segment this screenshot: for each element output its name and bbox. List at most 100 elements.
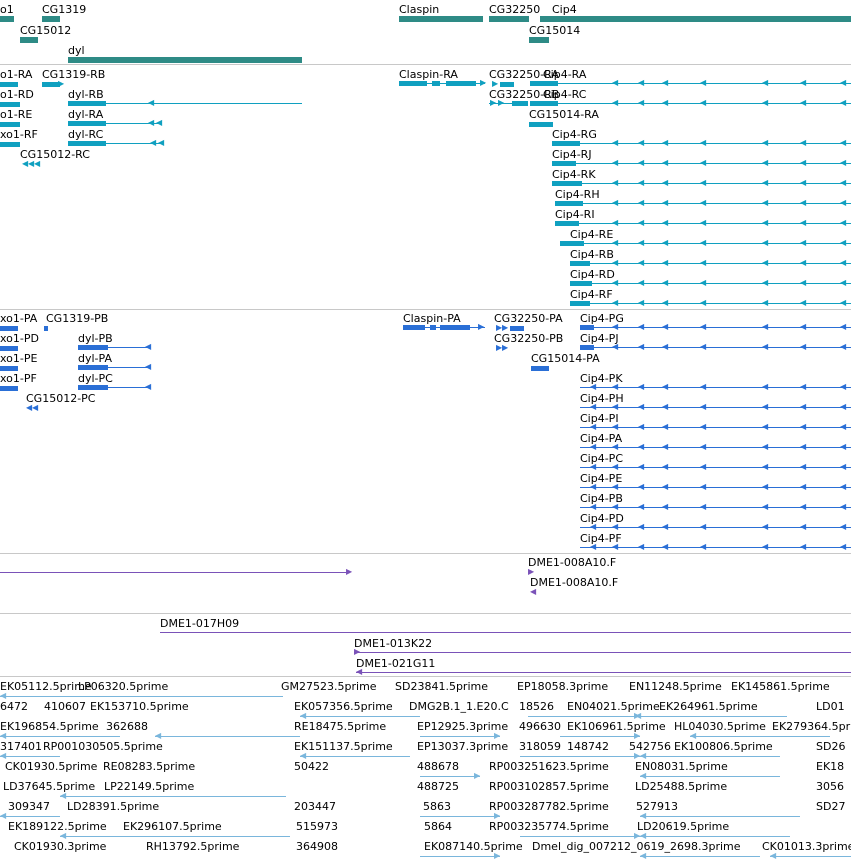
transcripts-feature-13-exon[interactable] bbox=[530, 101, 558, 106]
transcripts-feature-9-exon[interactable] bbox=[446, 81, 476, 86]
ests-feature-47-label[interactable]: LD28391.5prime bbox=[67, 800, 159, 813]
ests-feature-52-label[interactable]: SD27 bbox=[816, 800, 845, 813]
ests-span-line[interactable] bbox=[560, 736, 640, 737]
clones-1-feature-0-span-line[interactable] bbox=[0, 572, 346, 573]
ests-feature-33-label[interactable]: CK01930.5prime bbox=[5, 760, 97, 773]
ests-feature-18-label[interactable]: RE18475.5prime bbox=[294, 720, 386, 733]
transcripts-feature-16-label[interactable]: Cip4-RJ bbox=[552, 148, 592, 161]
ests-span-line[interactable] bbox=[60, 796, 286, 797]
ests-feature-12-label[interactable]: 18526 bbox=[519, 700, 554, 713]
genes-feature-1-exon[interactable] bbox=[42, 16, 60, 22]
genes-feature-1-label[interactable]: CG1319 bbox=[42, 3, 86, 16]
transcripts-feature-18-label[interactable]: Cip4-RH bbox=[555, 188, 600, 201]
ests-feature-39-label[interactable]: EK18 bbox=[816, 760, 844, 773]
ests-feature-2-label[interactable]: GM27523.5prime bbox=[281, 680, 377, 693]
genes-feature-4-label[interactable]: Claspin bbox=[399, 3, 439, 16]
transcripts-feature-8-label[interactable]: CG15012-RC bbox=[20, 148, 90, 161]
ests-feature-21-label[interactable]: EK106961.5prime bbox=[567, 720, 666, 733]
ests-span-line[interactable] bbox=[0, 696, 283, 697]
proteins-feature-13-exon[interactable] bbox=[580, 345, 594, 350]
proteins-feature-14-exon[interactable] bbox=[531, 366, 549, 371]
ests-feature-13-label[interactable]: EN04021.5prime bbox=[567, 700, 660, 713]
clones-2-feature-1-span-line[interactable] bbox=[354, 652, 851, 653]
clones-1-feature-1-label[interactable]: DME1-008A10.F bbox=[528, 556, 616, 569]
proteins-feature-21-label[interactable]: Cip4-PB bbox=[580, 492, 623, 505]
genes-feature-3-exon[interactable] bbox=[68, 57, 302, 63]
proteins-feature-17-span-line[interactable] bbox=[580, 427, 851, 428]
ests-span-line[interactable] bbox=[420, 856, 500, 857]
ests-feature-1-label[interactable]: LP06320.5prime bbox=[78, 680, 168, 693]
transcripts-feature-6-label[interactable]: xo1-RF bbox=[0, 128, 38, 141]
proteins-feature-6-exon[interactable] bbox=[0, 386, 18, 391]
transcripts-feature-9-exon[interactable] bbox=[432, 81, 440, 86]
proteins-feature-13-label[interactable]: Cip4-PJ bbox=[580, 332, 619, 345]
transcripts-feature-5-label[interactable]: dyl-RA bbox=[68, 108, 103, 121]
ests-feature-11-label[interactable]: DMG2B.1_1.E20.C bbox=[409, 700, 509, 713]
ests-feature-45-label[interactable]: 3056 bbox=[816, 780, 844, 793]
transcripts-feature-11-exon[interactable] bbox=[530, 81, 558, 86]
transcripts-feature-11-label[interactable]: Cip4-RA bbox=[543, 68, 586, 81]
ests-feature-32-label[interactable]: SD26 bbox=[816, 740, 845, 753]
proteins-feature-18-span-line[interactable] bbox=[580, 447, 851, 448]
ests-feature-6-label[interactable]: EK145861.5prime bbox=[731, 680, 830, 693]
genes-feature-0-exon[interactable] bbox=[0, 16, 14, 22]
transcripts-feature-6-exon[interactable] bbox=[0, 142, 20, 147]
proteins-feature-15-label[interactable]: Cip4-PK bbox=[580, 372, 623, 385]
ests-feature-31-label[interactable]: EK100806.5prime bbox=[674, 740, 773, 753]
ests-feature-37-label[interactable]: RP003251623.5prime bbox=[489, 760, 609, 773]
ests-span-line[interactable] bbox=[60, 836, 290, 837]
ests-feature-27-label[interactable]: EP13037.3prime bbox=[417, 740, 508, 753]
clones-2-feature-2-span-line[interactable] bbox=[356, 672, 851, 673]
ests-feature-36-label[interactable]: 488678 bbox=[417, 760, 459, 773]
proteins-feature-9-exon[interactable] bbox=[440, 325, 470, 330]
ests-feature-54-label[interactable]: EK296107.5prime bbox=[123, 820, 222, 833]
transcripts-feature-0-exon[interactable] bbox=[0, 82, 18, 87]
ests-feature-15-label[interactable]: LD01 bbox=[816, 700, 845, 713]
genes-feature-2-exon[interactable] bbox=[20, 37, 38, 43]
proteins-feature-5-exon[interactable] bbox=[78, 365, 108, 370]
transcripts-feature-23-label[interactable]: Cip4-RF bbox=[570, 288, 613, 301]
ests-feature-44-label[interactable]: LD25488.5prime bbox=[635, 780, 727, 793]
transcripts-feature-22-label[interactable]: Cip4-RD bbox=[570, 268, 615, 281]
proteins-feature-12-label[interactable]: CG32250-PB bbox=[494, 332, 563, 345]
proteins-feature-9-exon[interactable] bbox=[430, 325, 436, 330]
proteins-feature-6-label[interactable]: xo1-PF bbox=[0, 372, 37, 385]
ests-feature-61-label[interactable]: 364908 bbox=[296, 840, 338, 853]
genes-feature-2-label[interactable]: CG15012 bbox=[20, 24, 71, 37]
proteins-feature-22-span-line[interactable] bbox=[580, 527, 851, 528]
transcripts-feature-12-exon[interactable] bbox=[512, 101, 528, 106]
ests-span-line[interactable] bbox=[640, 836, 790, 837]
proteins-feature-11-label[interactable]: Cip4-PG bbox=[580, 312, 624, 325]
transcripts-feature-20-label[interactable]: Cip4-RE bbox=[570, 228, 613, 241]
proteins-feature-22-label[interactable]: Cip4-PD bbox=[580, 512, 624, 525]
clones-2-feature-0-label[interactable]: DME1-017H09 bbox=[160, 617, 239, 630]
ests-feature-48-label[interactable]: 203447 bbox=[294, 800, 336, 813]
proteins-feature-2-label[interactable]: xo1-PD bbox=[0, 332, 39, 345]
ests-span-line[interactable] bbox=[640, 776, 780, 777]
ests-feature-42-label[interactable]: 488725 bbox=[417, 780, 459, 793]
proteins-feature-20-span-line[interactable] bbox=[580, 487, 851, 488]
ests-feature-56-label[interactable]: 5864 bbox=[424, 820, 452, 833]
ests-feature-34-label[interactable]: RE08283.5prime bbox=[103, 760, 195, 773]
ests-feature-26-label[interactable]: EK151137.5prime bbox=[294, 740, 393, 753]
ests-feature-50-label[interactable]: RP003287782.5prime bbox=[489, 800, 609, 813]
ests-feature-16-label[interactable]: EK196854.5prime bbox=[0, 720, 99, 733]
ests-feature-41-label[interactable]: LP22149.5prime bbox=[104, 780, 194, 793]
proteins-feature-19-span-line[interactable] bbox=[580, 467, 851, 468]
transcripts-feature-10-exon[interactable] bbox=[500, 82, 514, 87]
ests-span-line[interactable] bbox=[420, 816, 500, 817]
clones-2-feature-1-label[interactable]: DME1-013K22 bbox=[354, 637, 432, 650]
genes-feature-6-exon[interactable] bbox=[540, 16, 851, 22]
proteins-feature-1-exon[interactable] bbox=[44, 326, 48, 331]
ests-span-line[interactable] bbox=[0, 736, 120, 737]
transcripts-feature-22-exon[interactable] bbox=[570, 281, 592, 286]
transcripts-feature-18-exon[interactable] bbox=[555, 201, 583, 206]
ests-feature-7-label[interactable]: 6472 bbox=[0, 700, 28, 713]
ests-feature-58-label[interactable]: LD20619.5prime bbox=[637, 820, 729, 833]
clones-2-feature-2-label[interactable]: DME1-021G11 bbox=[356, 657, 435, 670]
genes-feature-5-exon[interactable] bbox=[489, 16, 529, 22]
ests-feature-14-label[interactable]: EK264961.5prime bbox=[659, 700, 758, 713]
ests-span-line[interactable] bbox=[300, 716, 420, 717]
proteins-feature-21-span-line[interactable] bbox=[580, 507, 851, 508]
ests-span-line[interactable] bbox=[520, 756, 640, 757]
